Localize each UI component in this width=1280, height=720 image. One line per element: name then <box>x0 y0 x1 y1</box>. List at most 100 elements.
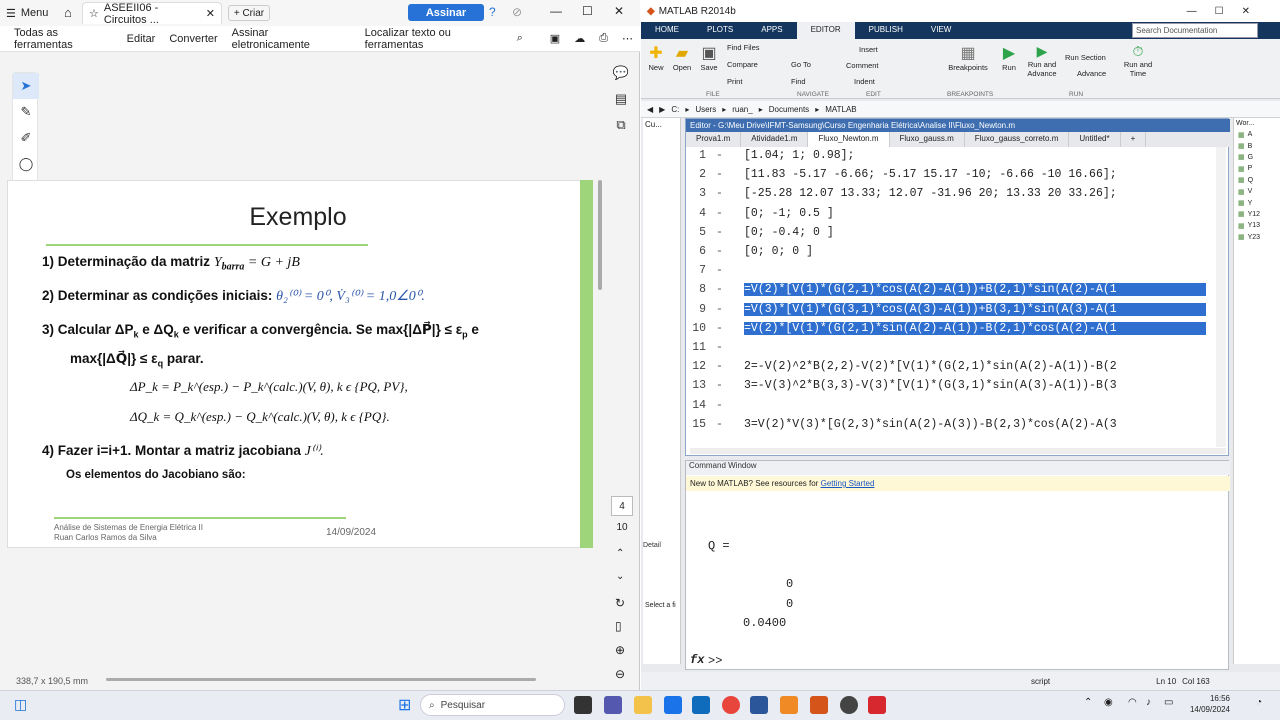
code-line[interactable]: =V(2)*[V(1)*(G(2,1)*cos(A(2)-A(1))+B(2,1… <box>744 283 1206 297</box>
code-line[interactable]: [-25.28 12.07 13.33; 12.07 -31.96 20; 13… <box>744 187 1117 200</box>
help-icon[interactable]: ? <box>489 5 496 19</box>
tab-editor[interactable]: EDITOR <box>796 22 855 39</box>
search-icon[interactable]: ⌕ <box>510 32 530 45</box>
word-icon[interactable] <box>750 696 768 714</box>
back-icon[interactable]: ◀ <box>647 105 653 114</box>
tray-chevron-icon[interactable]: ⌃ <box>1084 697 1092 708</box>
next-page-icon[interactable]: ⌄ <box>616 571 624 582</box>
battery-icon[interactable]: ▭ <box>1164 697 1173 708</box>
code-line[interactable]: [0; -0.4; 0 ] <box>744 226 834 239</box>
code-line[interactable]: [11.83 -5.17 -6.66; -5.17 15.17 -10; -6.… <box>744 168 1117 181</box>
run-button[interactable]: ▶ Run <box>997 43 1021 72</box>
editor-vertical-scrollbar[interactable] <box>1216 147 1226 447</box>
outlook-icon[interactable] <box>692 696 710 714</box>
system-clock[interactable]: 16:56 14/09/2024 <box>1186 693 1230 715</box>
print-button[interactable]: Print <box>727 77 742 86</box>
pen-icon[interactable]: ✐ <box>13 125 39 151</box>
code-line[interactable]: =V(3)*[V(1)*(G(3,1)*cos(A(3)-A(1))+B(3,1… <box>744 302 1206 316</box>
tab-apps[interactable]: APPS <box>747 22 796 39</box>
breakpoint-dash[interactable]: - <box>716 187 723 200</box>
previous-page-icon[interactable]: ⌃ <box>616 548 624 559</box>
workspace-variable[interactable]: ▦ P <box>1234 163 1280 174</box>
more-options-icon[interactable]: ⋯ <box>615 32 640 45</box>
pages-icon[interactable]: ⧉ <box>608 112 634 138</box>
workspace-variable[interactable]: ▦ B <box>1234 140 1280 151</box>
minimize-icon[interactable]: — <box>550 4 562 18</box>
select-cursor-icon[interactable]: ➤ <box>13 73 39 99</box>
comment-icon[interactable]: ✎ <box>13 99 39 125</box>
acrobat-icon[interactable] <box>868 696 886 714</box>
compare-button[interactable]: Compare <box>727 60 758 69</box>
menu-button[interactable]: ☰ Menu <box>0 0 54 26</box>
horizontal-scrollbar[interactable] <box>106 678 536 681</box>
breakpoint-dash[interactable]: - <box>716 245 723 258</box>
breakpoint-dash[interactable]: - <box>716 283 723 296</box>
home-icon[interactable]: ⌂ <box>64 5 72 20</box>
editor-tab-prova1[interactable]: Prova1.m <box>686 132 742 147</box>
tab-plots[interactable]: PLOTS <box>693 22 747 39</box>
tab-publish[interactable]: PUBLISH <box>855 22 917 39</box>
find-files-button[interactable]: Find Files <box>727 43 760 52</box>
toolbar-sign[interactable]: Assinar eletronicamente <box>225 27 349 51</box>
tab-home[interactable]: HOME <box>641 22 693 39</box>
command-prompt[interactable]: >> <box>708 654 722 668</box>
editor-tab-atividade1[interactable]: Atividade1.m <box>741 132 809 147</box>
workspace-variable[interactable]: ▦ Y12 <box>1234 209 1280 220</box>
breakpoint-dash[interactable]: - <box>716 149 723 162</box>
path-users[interactable]: Users <box>695 105 716 114</box>
editor-horizontal-scrollbar[interactable] <box>690 448 1226 454</box>
path-user[interactable]: ruan_ <box>732 105 752 114</box>
document-icon[interactable]: ▯ <box>615 619 622 633</box>
toolbar-all-tools[interactable]: Todas as ferramentas <box>0 27 120 51</box>
code-line[interactable]: [0; -1; 0.5 ] <box>744 207 834 220</box>
breakpoint-dash[interactable]: - <box>716 264 723 277</box>
path-matlab[interactable]: MATLAB <box>825 105 856 114</box>
breakpoint-dash[interactable]: - <box>716 226 723 239</box>
editor-tab-untitled[interactable]: Untitled* <box>1069 132 1121 147</box>
advance-button[interactable]: Advance <box>1077 69 1106 78</box>
save-icon[interactable]: ▣ <box>530 32 567 45</box>
rotate-icon[interactable]: ↻ <box>615 596 625 610</box>
workspace-variable[interactable]: ▦ Q <box>1234 175 1280 186</box>
breakpoint-dash[interactable]: - <box>716 341 723 354</box>
notification-icon[interactable]: ⊘ <box>512 5 522 19</box>
detail-label[interactable]: Detail <box>643 542 683 549</box>
code-line[interactable]: =V(2)*[V(1)*(G(2,1)*sin(A(2)-A(1))-B(2,1… <box>744 321 1206 335</box>
close-tab-icon[interactable]: ✕ <box>206 7 215 20</box>
zoom-in-icon[interactable]: ⊕ <box>615 643 625 657</box>
print-icon[interactable]: ⎙ <box>592 32 615 45</box>
comment-button[interactable]: Comment <box>846 61 879 70</box>
taskview-icon[interactable]: ◫ <box>14 696 27 713</box>
code-line[interactable]: 2=-V(2)^2*B(2,2)-V(2)*[V(1)*(G(2,1)*sin(… <box>744 360 1117 373</box>
run-advance-button[interactable]: ▶ Run and Advance <box>1025 43 1059 78</box>
file-explorer-icon[interactable] <box>634 696 652 714</box>
lasso-icon[interactable]: ◯ <box>13 151 39 177</box>
function-fx-icon[interactable]: fx <box>690 653 704 667</box>
tab-view[interactable]: VIEW <box>917 22 965 39</box>
forward-icon[interactable]: ▶ <box>659 105 665 114</box>
toolbar-convert[interactable]: Converter <box>162 33 224 45</box>
workspace-variable[interactable]: ▦ Y23 <box>1234 232 1280 243</box>
breakpoint-dash[interactable]: - <box>716 207 723 220</box>
getting-started-link[interactable]: Getting Started <box>821 479 875 488</box>
notification-bell-icon[interactable]: ◔ <box>1256 697 1262 708</box>
breakpoint-dash[interactable]: - <box>716 379 723 392</box>
current-folder-path[interactable]: ◀ ▶ C: ▸ Users ▸ ruan_ ▸ Documents ▸ MATLAB <box>641 101 1280 118</box>
taskbar-search[interactable]: ⌕ Pesquisar <box>420 694 565 716</box>
breakpoint-dash[interactable]: - <box>716 322 723 335</box>
code-line[interactable]: [0; 0; 0 ] <box>744 245 813 258</box>
store-icon[interactable] <box>664 696 682 714</box>
toolbar-edit[interactable]: Editar <box>120 33 163 45</box>
search-documentation-input[interactable]: Search Documentation <box>1132 23 1258 38</box>
bookmark-icon[interactable]: ▤ <box>608 86 634 112</box>
workspace-variable[interactable]: ▦ V <box>1234 186 1280 197</box>
comments-panel-icon[interactable]: 💬 <box>608 60 634 86</box>
page-number-input[interactable]: 4 <box>611 496 633 516</box>
breakpoint-dash[interactable]: - <box>716 360 723 373</box>
run-section-button[interactable]: Run Section <box>1065 53 1106 62</box>
volume-icon[interactable]: ♪ <box>1146 697 1151 708</box>
command-window[interactable]: Command Window New to MATLAB? See resour… <box>685 460 1230 670</box>
workspace-variable[interactable]: ▦ Y13 <box>1234 220 1280 231</box>
star-icon[interactable]: ☆ <box>89 7 99 20</box>
save-button[interactable]: ▣ Save <box>697 43 721 72</box>
